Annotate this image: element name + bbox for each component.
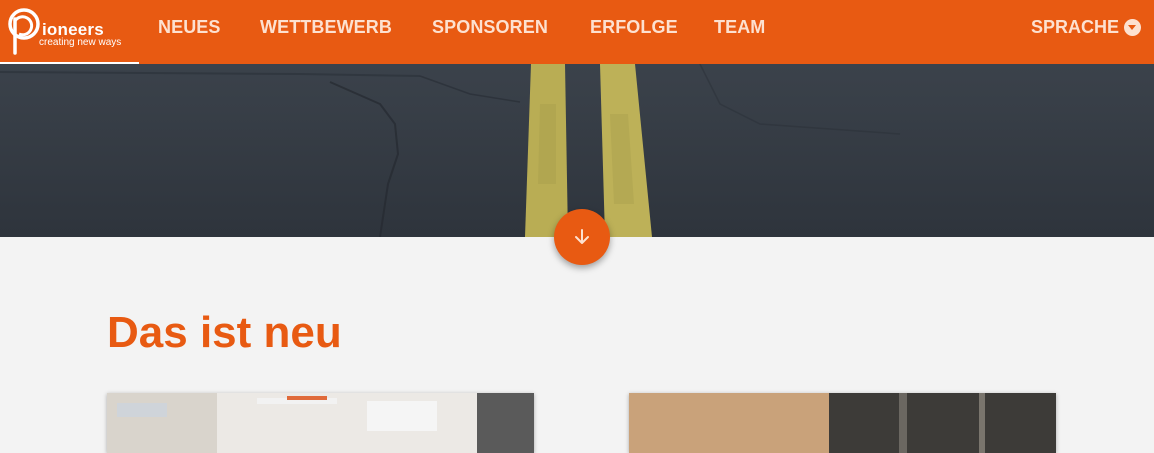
scroll-down-button[interactable] [554,209,610,265]
nav-item-team[interactable]: TEAM [714,17,765,38]
nav-item-neues[interactable]: NEUES [158,17,221,38]
brand-logo[interactable]: ioneers creating new ways [0,0,139,64]
language-label: SPRACHE [1030,17,1119,37]
news-card[interactable] [107,393,534,453]
language-dropdown[interactable]: SPRACHE [1031,17,1141,38]
news-card-image [107,393,534,453]
pioneers-p-logo-icon [8,8,40,55]
brand-tagline: creating new ways [39,37,122,48]
nav-item-sponsoren[interactable]: SPONSOREN [432,17,548,38]
arrow-down-icon [575,229,589,244]
news-card[interactable] [629,393,1056,453]
section-title: Das ist neu [107,308,342,357]
nav-item-wettbewerb[interactable]: WETTBEWERB [260,17,392,38]
nav-item-erfolge[interactable]: ERFOLGE [590,17,678,38]
top-navbar: ioneers creating new ways NEUES WETTBEWE… [0,0,1154,64]
chevron-down-circle-icon [1124,19,1141,36]
news-card-image [629,393,1056,453]
